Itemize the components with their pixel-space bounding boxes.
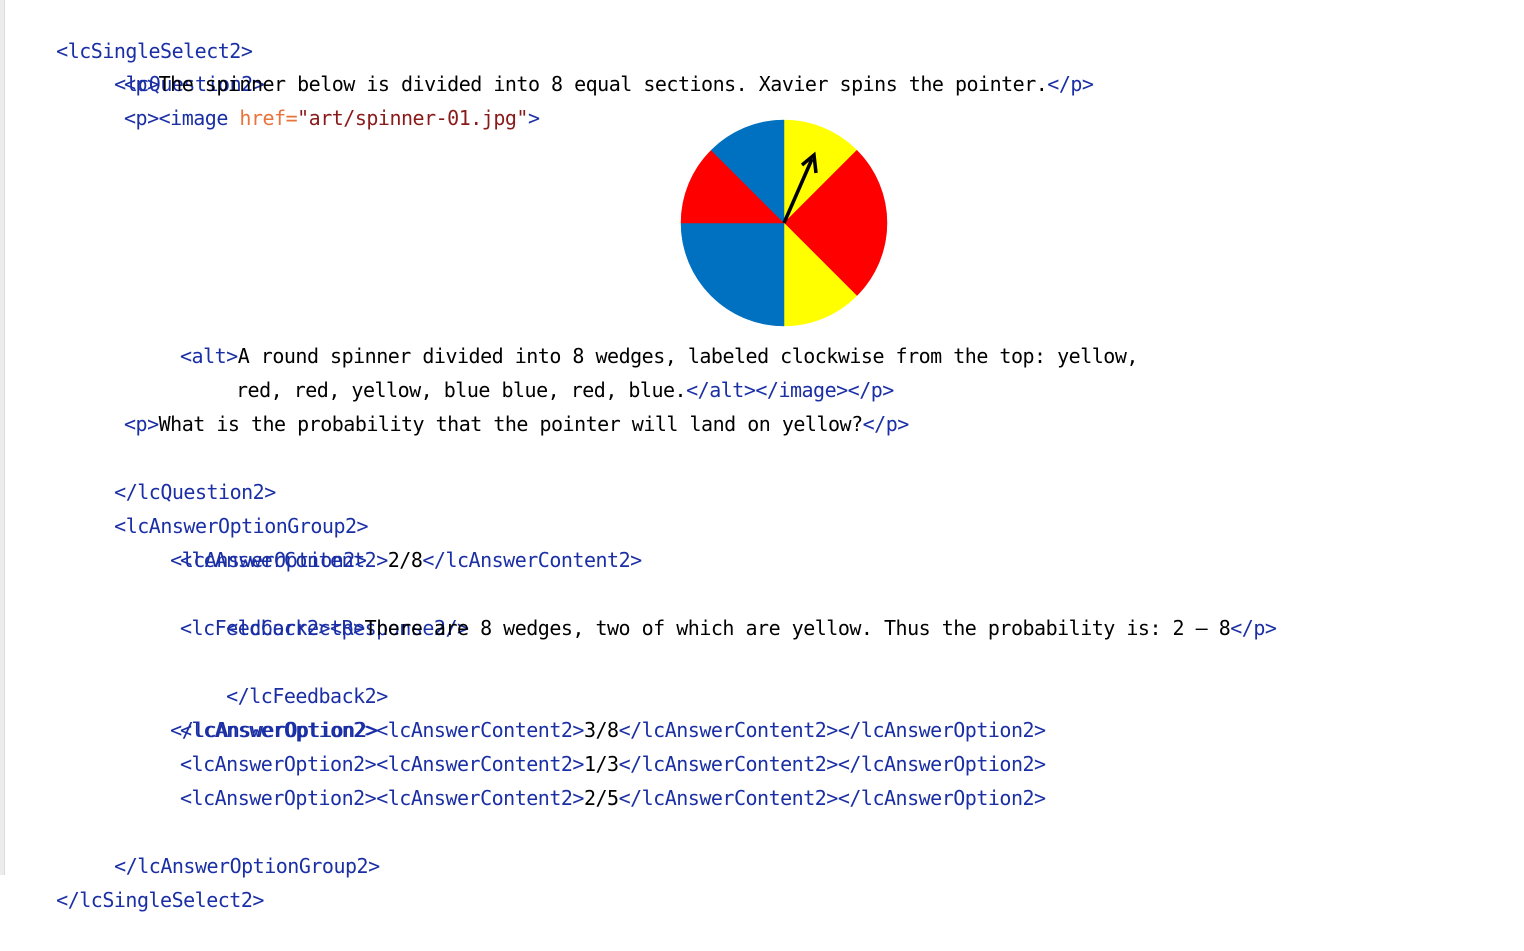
code-line-6: red, red, yellow, blue blue, red, blue.<… <box>236 373 894 407</box>
code-editor[interactable]: <lcSingleSelect2> <lcQuestion2> <p>The s… <box>0 0 1524 912</box>
code-line-7: <p>What is the probability that the poin… <box>124 407 909 441</box>
answer-option-4-close-tags: </lcAnswerContent2></lcAnswerOption2> <box>618 786 1047 810</box>
code-line-16: <lcAnswerOption2><lcAnswerContent2>3/8</… <box>180 713 1046 747</box>
href-attribute: href= <box>239 106 298 130</box>
code-line-19: </lcAnswerOptionGroup2> <box>68 815 380 878</box>
answer-option-3-open-tags: <lcAnswerOption2><lcAnswerContent2> <box>180 752 584 776</box>
alt-open-tag: <alt> <box>180 344 238 368</box>
p-open-tag: <p> <box>124 106 159 130</box>
alt-text-line-2: red, red, yellow, blue blue, red, blue. <box>236 378 687 402</box>
code-line-4: <p><image href="art/spinner-01.jpg"> <box>124 101 540 135</box>
feedback-text: There are 8 wedges, two of which are yel… <box>364 616 1231 640</box>
code-line-12: <lcCorrectResponse2/> <box>180 577 469 640</box>
editor-gutter <box>0 0 5 875</box>
code-line-17: <lcAnswerOption2><lcAnswerContent2>1/3</… <box>180 747 1046 781</box>
code-line-9: <lcAnswerOptionGroup2> <box>68 475 368 538</box>
answer-option-4-content: 2/5 <box>583 786 619 810</box>
code-line-2: <lcQuestion2> <box>68 33 265 96</box>
alt-image-p-close-tags: </alt></image></p> <box>686 378 894 402</box>
tag-end-bracket: > <box>527 106 540 130</box>
question-text: What is the probability that the pointer… <box>158 412 864 436</box>
code-line-20: </lcSingleSelect2> <box>10 849 264 912</box>
answer-option-2-close-tags: </lcAnswerContent2></lcAnswerOption2> <box>618 718 1047 742</box>
alt-text-line-1: A round spinner divided into 8 wedges, l… <box>237 344 1139 368</box>
lcanswercontent2-open-tag: <lcAnswerContent2> <box>180 548 388 572</box>
code-line-13: <lcFeedback2><p>There are 8 wedges, two … <box>180 611 1277 645</box>
p-open-tag: <p> <box>124 72 159 96</box>
p-close-tag: </p> <box>1047 72 1094 96</box>
code-line-10: <lcAnswerOption2> <box>124 509 367 572</box>
spinner-image <box>680 119 888 327</box>
answer-option-3-content: 1/3 <box>583 752 619 776</box>
lcsingleselect2-close-tag: </lcSingleSelect2> <box>56 888 264 912</box>
code-line-5: <alt>A round spinner divided into 8 wedg… <box>180 339 1138 373</box>
answer-option-1-content: 2/8 <box>387 548 423 572</box>
answer-option-2-open-tags: <lcAnswerOption2><lcAnswerContent2> <box>180 718 584 742</box>
code-line-1: <lcSingleSelect2> <box>10 0 253 63</box>
lcanswercontent2-close-tag: </lcAnswerContent2> <box>422 548 642 572</box>
href-value: "art/spinner-01.jpg" <box>297 106 528 130</box>
code-line-15: </lcAnswerOption2> <box>124 679 378 742</box>
code-line-8: </lcQuestion2> <box>68 441 276 504</box>
answer-option-3-close-tags: </lcAnswerContent2></lcAnswerOption2> <box>618 752 1047 776</box>
p-close-tag: </p> <box>1230 616 1277 640</box>
answer-option-2-content: 3/8 <box>583 718 619 742</box>
answer-option-4-open-tags: <lcAnswerOption2><lcAnswerContent2> <box>180 786 584 810</box>
p-close-tag: </p> <box>862 412 910 436</box>
lcfeedback2-p-open-tags: <lcFeedback2><p> <box>180 616 365 640</box>
image-open-tag: <image <box>158 106 240 130</box>
code-line-14: </lcFeedback2> <box>180 645 388 708</box>
question-intro-text: The spinner below is divided into 8 equa… <box>158 72 1048 96</box>
code-line-3: <p>The spinner below is divided into 8 e… <box>124 67 1094 101</box>
p-open-tag: <p> <box>124 412 159 436</box>
code-line-18: <lcAnswerOption2><lcAnswerContent2>2/5</… <box>180 781 1046 815</box>
code-line-11: <lcAnswerContent2>2/8</lcAnswerContent2> <box>180 543 642 577</box>
